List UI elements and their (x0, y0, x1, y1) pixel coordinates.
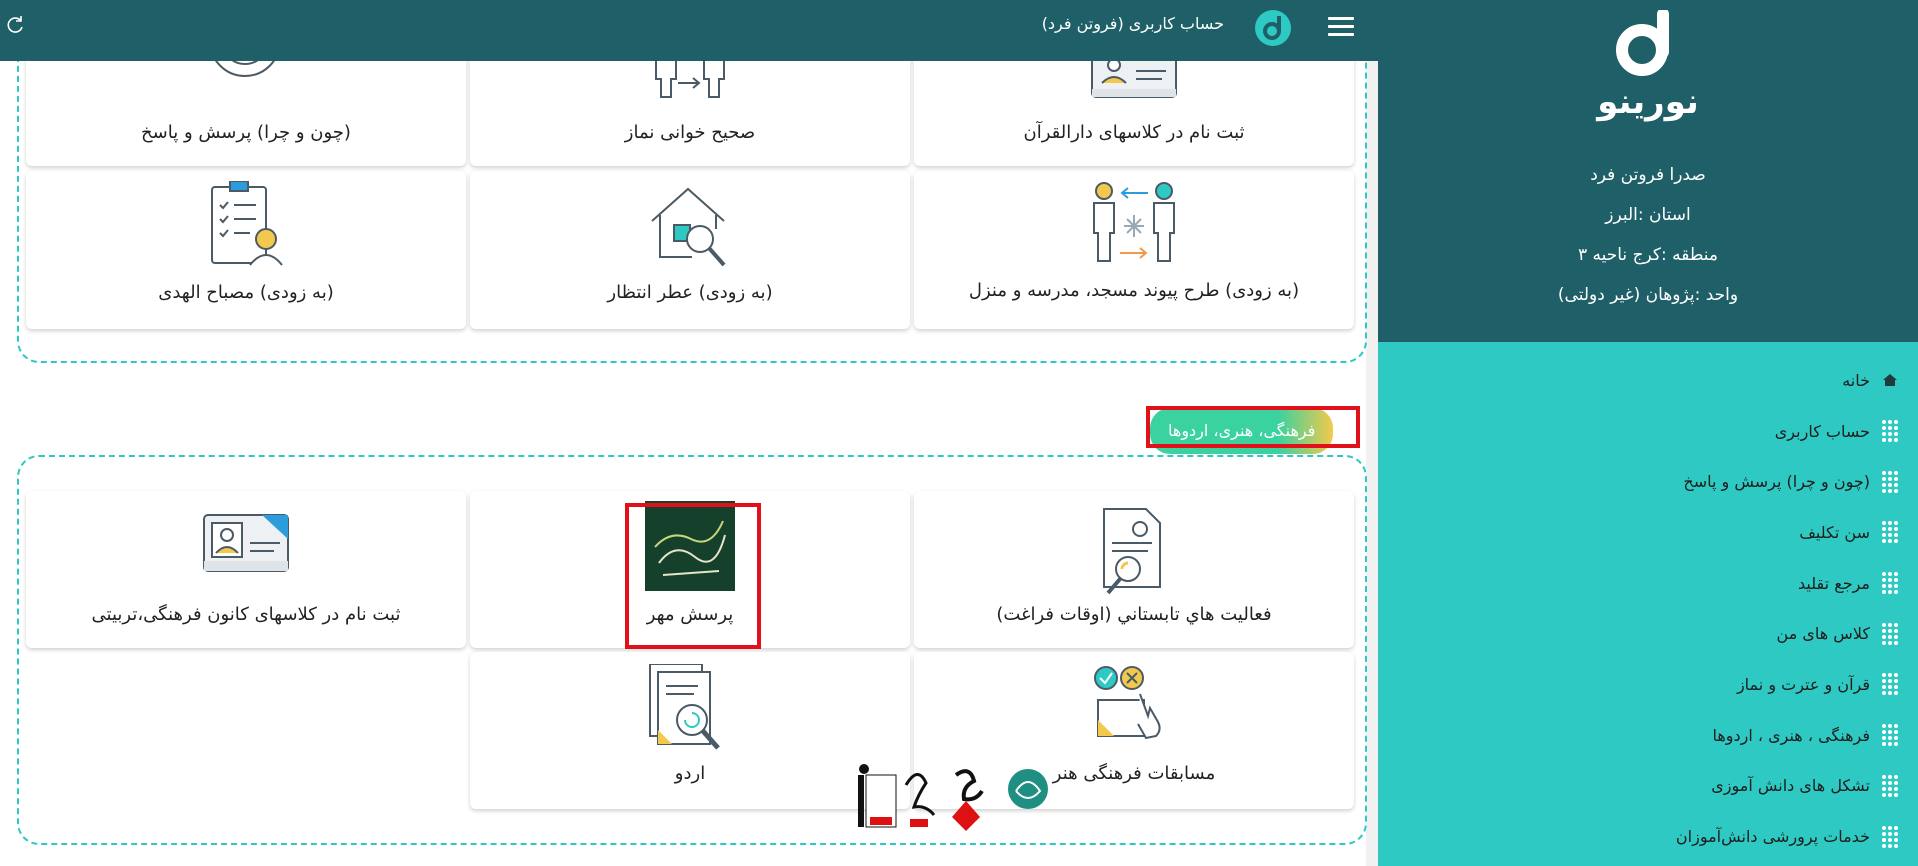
user-name: صدرا فروتن فرد (1590, 165, 1706, 185)
sidebar-item-student-orgs[interactable]: تشکل های دانش آموزی (1378, 761, 1918, 812)
grip-icon (1882, 774, 1898, 797)
card-title: (چون و چرا) پرسش و پاسخ (141, 122, 351, 143)
grip-icon (1882, 724, 1898, 747)
id-card-icon (1091, 61, 1177, 98)
sidebar-item-cultural[interactable]: فرهنگی ، هنری ، اردوها (1378, 710, 1918, 761)
quiz-hand-icon (1094, 666, 1161, 740)
sidebar-item-label: کلاس های من (1776, 624, 1870, 644)
user-unit: واحد :پژوهان (غیر دولتی) (1557, 285, 1739, 305)
card-title: ثبت نام در کلاسهای دارالقرآن (1023, 122, 1245, 143)
sidebar-item-label: فرهنگی ، هنری ، اردوها (1712, 725, 1870, 745)
card-sahih-namaz[interactable]: صحیح خوانی نماز (470, 61, 910, 166)
sidebar-item-label: تشکل های دانش آموزی (1711, 776, 1870, 796)
card-title: ثبت نام در کلاسهای کانون فرهنگی،تربیتی (91, 604, 401, 625)
sidebar-item-label: خدمات پرورشی دانش‌آموزان (1675, 827, 1870, 847)
sidebar-item-marja[interactable]: مرجع تقلید (1378, 558, 1918, 609)
card-summer-activities[interactable]: فعاليت هاي تابستاني (اوقات فراغت) (914, 491, 1354, 648)
grip-icon (1882, 470, 1898, 493)
user-profile: صدرا فروتن فرد استان :البرز منطقه :کرج ن… (1378, 162, 1918, 322)
card-title: (به زودی) مصباح الهدی (158, 282, 334, 303)
sidebar-item-student-services[interactable]: خدمات پرورشی دانش‌آموزان (1378, 811, 1918, 862)
noorino-logo: نورینو (1588, 10, 1708, 122)
sidebar-profile-panel: نورینو صدرا فروتن فرد استان :البرز منطقه… (1378, 0, 1918, 342)
grip-icon (1882, 420, 1898, 443)
exchange-people-icon (1093, 182, 1175, 262)
card-title: (به زودی) طرح پیوند مسجد، مدرسه و منزل (968, 280, 1300, 301)
user-region: منطقه :کرج ناحیه ۳ (1577, 245, 1719, 265)
emblem-logo-icon (1008, 769, 1048, 809)
grip-icon (1882, 622, 1898, 645)
card-ordu[interactable]: اردو (470, 652, 910, 809)
sidebar-item-home[interactable]: خانه (1378, 355, 1918, 406)
card-masjed-madrese-manzel[interactable]: (به زودی) طرح پیوند مسجد، مدرسه و منزل (914, 171, 1354, 329)
grip-icon (1882, 673, 1898, 696)
card-chon-o-chera[interactable]: (چون و چرا) پرسش و پاسخ (26, 61, 466, 166)
card-mesbah-alhoda[interactable]: (به زودی) مصباح الهدی (26, 171, 466, 329)
card-title: (به زودی) عطر انتظار (607, 282, 773, 303)
kanoon-logo-icon (858, 764, 897, 828)
target-icon (215, 61, 275, 77)
sarv-logo-icon (952, 769, 984, 831)
id-card-icon (203, 514, 289, 572)
scrollbar[interactable] (1366, 61, 1378, 866)
card-atre-entezar[interactable]: (به زودی) عطر انتظار (470, 171, 910, 329)
app-logo-icon[interactable] (1253, 8, 1293, 48)
hamburger-menu-icon[interactable] (1328, 17, 1354, 37)
top-header: حساب کاربری (فروتن فرد) (0, 0, 1378, 61)
document-search-icon (649, 664, 720, 750)
pazhooheshgah-logo-icon (904, 773, 936, 827)
logo-text: نورینو (1597, 82, 1699, 122)
partner-logos (858, 764, 1048, 831)
card-title: صحیح خوانی نماز (624, 122, 756, 143)
card-darolquran-registration[interactable]: ثبت نام در کلاسهای دارالقرآن (914, 61, 1354, 166)
grip-icon (1882, 572, 1898, 595)
page-title: حساب کاربری (فروتن فرد) (1041, 14, 1224, 33)
sidebar-item-label: قرآن و عترت و نماز (1736, 674, 1870, 694)
house-search-icon (651, 187, 726, 267)
card-title: اردو (674, 763, 706, 784)
card-kanoon-registration[interactable]: ثبت نام در کلاسهای کانون فرهنگی،تربیتی (26, 491, 466, 648)
highlight-box (625, 503, 761, 649)
highlight-box (1146, 406, 1360, 448)
sidebar: نورینو صدرا فروتن فرد استان :البرز منطقه… (1378, 0, 1918, 866)
refresh-icon[interactable] (4, 14, 26, 36)
sidebar-item-label: سن تکلیف (1799, 522, 1870, 542)
user-province: استان :البرز (1605, 205, 1691, 225)
card-title: فعاليت هاي تابستاني (اوقات فراغت) (996, 604, 1272, 625)
sidebar-item-label: حساب کاربری (1774, 421, 1870, 441)
grip-icon (1882, 825, 1898, 848)
prayer-people-icon (655, 61, 725, 98)
sidebar-item-label: خانه (1842, 370, 1870, 390)
sidebar-item-taklif-age[interactable]: سن تکلیف (1378, 507, 1918, 558)
home-icon (1882, 372, 1898, 388)
sidebar-item-qa[interactable]: (چون و چرا) پرسش و پاسخ (1378, 456, 1918, 507)
certificate-search-icon (1103, 508, 1161, 595)
checklist-person-icon (211, 181, 283, 266)
sidebar-item-label: مرجع تقلید (1798, 573, 1870, 593)
main-content: ثبت نام در کلاسهای دارالقرآن صحیح خوانی … (0, 61, 1378, 866)
grip-icon (1882, 521, 1898, 544)
sidebar-item-my-classes[interactable]: کلاس های من (1378, 608, 1918, 659)
sidebar-menu: خانه حساب کاربری (چون و چرا) پرسش و پاسخ… (1378, 355, 1918, 862)
sidebar-item-label: (چون و چرا) پرسش و پاسخ (1683, 472, 1870, 492)
sidebar-item-account[interactable]: حساب کاربری (1378, 406, 1918, 457)
sidebar-item-quran[interactable]: قرآن و عترت و نماز (1378, 659, 1918, 710)
